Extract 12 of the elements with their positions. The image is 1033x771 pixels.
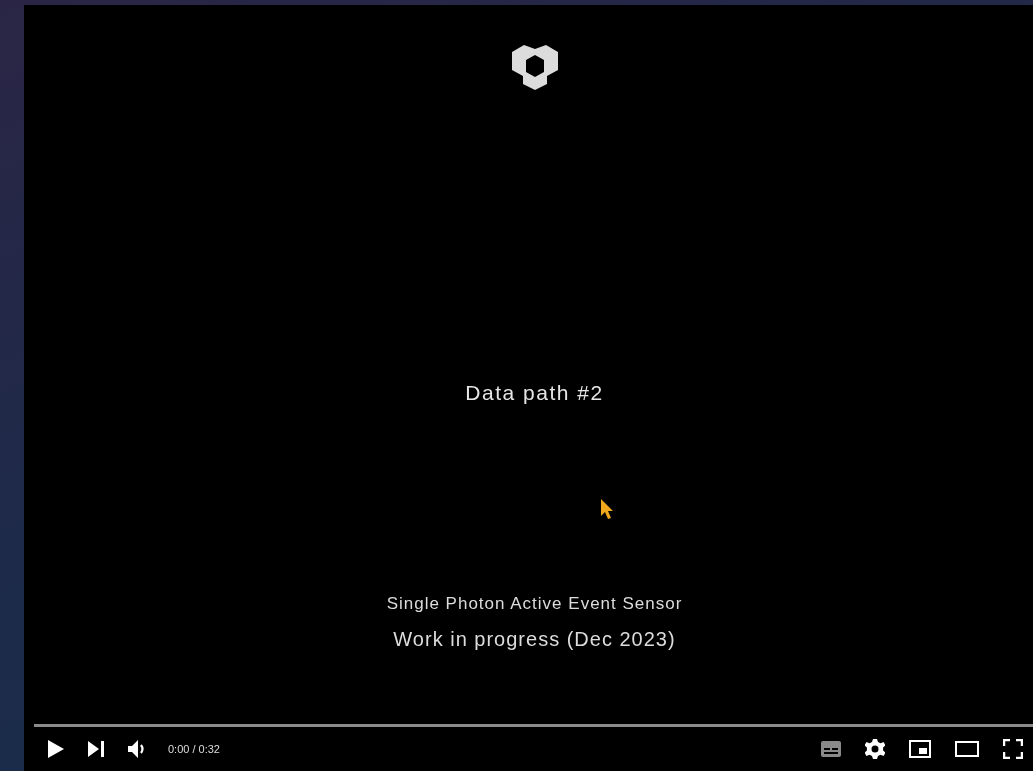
settings-icon[interactable] [865,739,885,759]
slide-text: Work in progress (Dec 2023) [393,628,676,651]
captions-icon[interactable] [821,741,841,757]
time-display: 0:00 / 0:32 [168,743,220,755]
slide-title: Data path #2 [465,381,604,405]
slide-text: Single Photon Active Event Sensor [386,594,683,614]
miniplayer-icon[interactable] [909,740,931,758]
cursor-icon [600,498,614,520]
theater-mode-icon[interactable] [955,741,979,757]
fullscreen-icon[interactable] [1003,739,1023,759]
play-icon[interactable] [48,740,64,758]
next-icon[interactable] [88,741,104,757]
